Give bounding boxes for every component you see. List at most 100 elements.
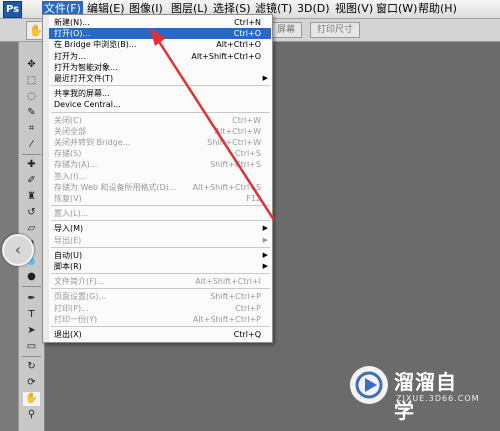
menu-help[interactable]: 帮助(H) xyxy=(416,1,459,17)
menu-item-shortcut: Ctrl+W xyxy=(232,115,261,125)
file-menu-item[interactable]: 导入(M) ▶ xyxy=(49,223,271,234)
file-menu-item: 关闭全部 Alt+Ctrl+W xyxy=(49,126,271,137)
menu-item-shortcut: Alt+Shift+Ctrl+I xyxy=(195,277,261,287)
play-logo-icon xyxy=(350,366,388,404)
menu-item-label: 存储为(A)... xyxy=(54,160,98,170)
menu-item-label: 新建(N)... xyxy=(54,18,90,27)
file-menu-item[interactable]: 打开(O)... Ctrl+O xyxy=(49,28,271,40)
file-menu-item: 存储为(A)... Shift+Ctrl+S xyxy=(49,159,271,170)
file-menu-item: 文件简介(F)... Alt+Shift+Ctrl+I xyxy=(49,276,271,287)
menu-item-shortcut: Shift+Ctrl+W xyxy=(207,138,261,147)
clone-stamp-tool-icon[interactable]: ♜ xyxy=(23,190,40,204)
3d-rotate-tool-icon[interactable]: ↻ xyxy=(23,360,40,374)
zoom-tool-icon[interactable]: ⚲ xyxy=(23,408,40,422)
file-menu-item: 导出(E) ▶ xyxy=(49,235,271,246)
menu-item-label: 最近打开文件(T) xyxy=(54,74,114,83)
submenu-arrow-icon: ▶ xyxy=(262,262,268,270)
menu-item-label: 打印(P)... xyxy=(54,303,89,313)
menu-item-label: 共享我的屏幕... xyxy=(54,89,110,99)
toolbox-divider xyxy=(22,356,41,357)
file-menu-item[interactable]: 打开为... Alt+Shift+Ctrl+O xyxy=(49,51,271,62)
menu-separator xyxy=(51,85,270,87)
menu-item-label: 打印一份(Y) xyxy=(54,314,98,324)
file-menu-item: 置入(L)... xyxy=(49,208,271,219)
file-menu-item: 页面设置(G)... Shift+Ctrl+P xyxy=(49,291,271,302)
pen-tool-icon[interactable]: ✒ xyxy=(23,292,40,306)
menu-item-shortcut: Ctrl+O xyxy=(233,29,261,39)
file-menu-item: 关闭并转到 Bridge... Shift+Ctrl+W xyxy=(49,137,271,148)
screen-button[interactable]: 屏幕 xyxy=(270,22,303,38)
menu-item-shortcut: Shift+Ctrl+S xyxy=(210,160,261,170)
menu-item-label: 页面设置(G)... xyxy=(54,292,107,302)
submenu-arrow-icon: ▶ xyxy=(262,224,268,233)
marquee-tool-icon[interactable]: ⬚ xyxy=(23,74,40,88)
file-menu-item[interactable]: 自动(U) ▶ xyxy=(49,250,271,261)
file-menu-item[interactable]: Device Central... xyxy=(49,99,271,110)
menu-separator xyxy=(51,220,270,222)
menu-item-shortcut: F12 xyxy=(246,194,261,203)
menu-view[interactable]: 视图(V) xyxy=(333,1,375,17)
menu-separator xyxy=(51,273,270,275)
watermark: 溜溜自学 ZIXUE.3D66.COM xyxy=(350,362,479,423)
menu-item-shortcut: Alt+Shift+Ctrl+P xyxy=(192,314,261,324)
crop-tool-icon[interactable]: ⌗ xyxy=(23,122,40,136)
toolbox-divider xyxy=(22,286,41,287)
file-menu-item[interactable]: 最近打开文件(T) ▶ xyxy=(49,73,271,84)
hand-tool-icon[interactable]: ✋ xyxy=(23,392,40,406)
3d-orbit-tool-icon[interactable]: ⟳ xyxy=(23,376,40,390)
menu-item-label: 置入(L)... xyxy=(54,209,89,219)
file-menu-item: 存储为 Web 和设备所用格式(D)... Alt+Shift+Ctrl+S xyxy=(49,182,271,193)
menu-separator xyxy=(51,205,270,207)
menu-item-shortcut: Ctrl+Q xyxy=(233,330,261,339)
menu-item-label: 关闭全部 xyxy=(54,126,86,136)
menu-item-label: 打开为智能对象... xyxy=(54,62,118,72)
menu-item-label: 导入(M) xyxy=(54,224,84,234)
photoshop-logo-icon: Ps xyxy=(3,1,22,18)
file-menu-item: 签入(I)... xyxy=(49,171,271,182)
menu-item-label: 在 Bridge 中浏览(B)... xyxy=(54,40,137,50)
file-menu-item[interactable]: 共享我的屏幕... xyxy=(49,88,271,99)
menu-item-label: 存储为 Web 和设备所用格式(D)... xyxy=(54,182,177,192)
menu-item-label: 打开为... xyxy=(54,51,86,61)
dodge-tool-icon[interactable]: ● xyxy=(23,270,40,284)
lasso-tool-icon[interactable]: ◌ xyxy=(23,90,40,104)
menu-item-label: 恢复(V) xyxy=(54,194,82,203)
file-menu-item[interactable]: 打开为智能对象... xyxy=(49,62,271,73)
menu-item-label: 签入(I)... xyxy=(54,171,87,181)
menu-item-label: 关闭(C) xyxy=(54,115,82,125)
file-menu-item[interactable]: 脚本(R) ▶ xyxy=(49,261,271,272)
menu-item-label: 关闭并转到 Bridge... xyxy=(54,138,131,147)
type-tool-icon[interactable]: T xyxy=(23,308,40,322)
menu-separator xyxy=(51,326,270,327)
move-tool-icon[interactable]: ✥ xyxy=(23,58,40,72)
file-menu-item: 关闭(C) Ctrl+W xyxy=(49,115,271,126)
shape-tool-icon[interactable]: ▭ xyxy=(23,340,40,354)
menu-item-shortcut: Shift+Ctrl+P xyxy=(210,292,261,302)
print-size-button[interactable]: 打印尺寸 xyxy=(310,22,361,38)
history-brush-tool-icon[interactable]: ↺ xyxy=(23,206,40,220)
eyedropper-tool-icon[interactable]: ⁄ xyxy=(23,138,40,152)
file-menu-item[interactable]: 退出(X) Ctrl+Q xyxy=(49,329,271,340)
toolbox-divider xyxy=(22,154,41,155)
watermark-subtitle: ZIXUE.3D66.COM xyxy=(396,394,480,403)
menu-window[interactable]: 窗口(W) xyxy=(374,1,419,17)
menu-item-label: 脚本(R) xyxy=(54,262,82,271)
menu-3d[interactable]: 3D(D) xyxy=(295,1,332,17)
submenu-arrow-icon: ▶ xyxy=(262,235,268,244)
eraser-tool-icon[interactable]: ▱ xyxy=(23,222,40,236)
menu-item-shortcut: Alt+Shift+Ctrl+O xyxy=(191,51,261,61)
quick-select-tool-icon[interactable]: ✎ xyxy=(23,106,40,120)
file-menu-item[interactable]: 在 Bridge 中浏览(B)... Alt+Ctrl+O xyxy=(49,39,271,50)
menu-item-shortcut: Ctrl+S xyxy=(234,149,261,159)
file-menu-item[interactable]: 新建(N)... Ctrl+N xyxy=(49,17,271,28)
brush-tool-icon[interactable]: ✐ xyxy=(23,174,40,188)
menu-item-label: 打开(O)... xyxy=(54,29,91,39)
menu-item-label: 导出(E) xyxy=(54,235,82,245)
menu-item-shortcut: Alt+Ctrl+W xyxy=(214,126,261,136)
file-menu-item: 恢复(V) F12 xyxy=(49,193,271,204)
collapse-panel-icon[interactable]: ‹ xyxy=(2,234,34,266)
healing-brush-tool-icon[interactable]: ✚ xyxy=(23,158,40,172)
path-select-tool-icon[interactable]: ➤ xyxy=(23,324,40,338)
menu-item-shortcut: Alt+Ctrl+O xyxy=(216,40,261,50)
file-menu-item: 存储(S) Ctrl+S xyxy=(49,148,271,159)
